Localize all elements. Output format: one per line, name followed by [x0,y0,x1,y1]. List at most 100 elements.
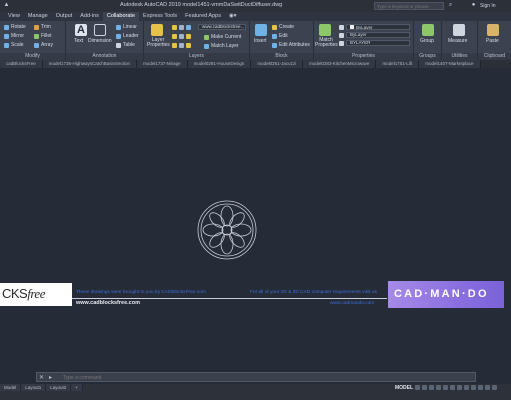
modify-panel-title[interactable]: Modify [0,53,65,60]
fullscreen-icon[interactable] [478,385,483,390]
tab-manage[interactable]: Manage [24,12,52,21]
ortho-icon[interactable] [429,385,434,390]
layer-state-icons[interactable] [172,25,191,30]
tab-layout1[interactable]: Layout1 [21,384,47,391]
modify-panel: Rotate Trim Mirror Fillet Scale Array Mo… [0,21,66,60]
dimension-button[interactable]: Dimension [88,38,112,44]
file-tab[interactable]: model1751-Lift [376,60,420,68]
paste-button[interactable]: Paste [486,38,499,44]
tab-featured-apps[interactable]: Featured Apps [181,12,225,21]
duct-diffuser-drawing[interactable] [196,199,258,261]
mirror-button[interactable]: Mirror [4,33,24,39]
annotation-scale-icon[interactable] [450,385,455,390]
insert-icon[interactable] [255,24,267,36]
create-block-button[interactable]: Create [272,24,294,30]
tab-output[interactable]: Output [52,12,77,21]
file-tab[interactable]: model1407-Marketplace [419,60,481,68]
command-input[interactable] [63,374,463,381]
drawing-canvas[interactable]: CKSfree These drawings were brought to y… [0,68,511,372]
file-tab[interactable]: model0291-HouseDesign [187,60,252,68]
cadmando-logo-text: CAD·MAN·DO [394,288,489,300]
command-history-icon[interactable]: ▸ [49,374,52,381]
make-current-button[interactable]: Make Current [204,34,241,40]
fillet-button[interactable]: Fillet [34,33,52,39]
group-icon[interactable] [422,24,434,36]
paste-icon[interactable] [487,24,499,36]
app-menu-icon[interactable]: ▲ [3,2,10,9]
hardware-acceleration-icon[interactable] [471,385,476,390]
polar-icon[interactable] [436,385,441,390]
utilities-panel-title[interactable]: Utilities [442,53,477,60]
clipboard-panel-title[interactable]: Clipboard [478,53,511,60]
layer-iso-icon [179,34,184,39]
linear-button[interactable]: Linear [116,24,137,30]
user-icon[interactable]: ● [470,2,477,9]
annotation-panel: A Text Dimension Linear Leader Table Ann… [66,21,144,60]
isolate-icon[interactable] [464,385,469,390]
insert-button[interactable]: Insert [254,38,267,44]
ribbon-options-icon[interactable]: ◉▾ [225,12,241,21]
tab-collaborate[interactable]: Collaborate [102,12,140,21]
mirror-icon [4,33,9,39]
layer-properties-button[interactable]: Layer Properties [147,38,170,48]
measure-icon[interactable] [453,24,465,36]
file-tab[interactable]: model0251-Jacuzzi [251,60,304,68]
tab-add-ins[interactable]: Add-ins [76,12,103,21]
match-properties-icon[interactable] [319,24,331,36]
cadmando-logo: CAD·MAN·DO [388,281,504,308]
osnap-icon[interactable] [443,385,448,390]
file-tabs: cadBlocksFree model1735-HighwaysCatchBas… [0,60,511,68]
rotate-button[interactable]: Rotate [4,24,26,30]
layer-tool-icons[interactable] [172,34,191,39]
file-tab[interactable]: model0283-KitchenMicrowave [303,60,377,68]
snap-icon[interactable] [422,385,427,390]
text-icon[interactable]: A [75,24,87,36]
match-layer-button[interactable]: Match Layer [204,43,239,49]
layer-walk-icons[interactable] [172,43,191,48]
add-layout-button[interactable]: + [71,384,83,391]
file-tab[interactable]: cadBlocksFree [0,60,43,68]
customize-icon[interactable] [485,385,490,390]
search-box[interactable] [374,2,444,10]
table-button[interactable]: Table [116,42,135,48]
close-icon[interactable]: ✕ [39,374,44,381]
sign-in-link[interactable]: Sign In [480,3,496,9]
block-panel-title[interactable]: Block [250,53,313,60]
array-button[interactable]: Array [34,42,53,48]
lineweight-combo[interactable]: BYLAYER [346,40,410,46]
tab-express-tools[interactable]: Express Tools [139,12,181,21]
leader-button[interactable]: Leader [116,33,139,39]
trim-button[interactable]: Trim [34,24,51,30]
grid-icon[interactable] [415,385,420,390]
layer-delete-icon [186,43,191,48]
tab-view[interactable]: View [4,12,24,21]
ribbon-tabs: View Manage Output Add-ins Collaborate E… [0,12,511,21]
layer-properties-icon[interactable] [151,24,163,36]
search-input[interactable] [375,3,443,9]
menu-icon[interactable] [492,385,497,390]
properties-panel-title[interactable]: Properties [314,53,413,60]
linetype-combo[interactable]: ByLayer [346,32,410,38]
match-layer-icon [204,43,209,49]
workspace-icon[interactable] [457,385,462,390]
color-icon [339,25,344,30]
annotation-panel-title[interactable]: Annotation [66,53,143,60]
file-tab[interactable]: model1737-Mirage [137,60,188,68]
match-properties-button[interactable]: Match Properties [315,38,338,48]
edit-block-button[interactable]: Edit [272,33,288,39]
groups-panel-title[interactable]: Groups [414,53,441,60]
dimension-icon[interactable] [94,24,106,36]
layers-panel-title[interactable]: Layers [144,53,249,60]
model-space-toggle[interactable]: MODEL [395,385,413,391]
text-button[interactable]: Text [74,38,83,44]
search-icon[interactable]: ⌕ [447,2,454,9]
measure-button[interactable]: Measure [448,38,467,44]
file-tab[interactable]: model1735-HighwaysCatchBasinSection [42,60,138,68]
tab-model[interactable]: Model [0,384,22,391]
edit-attributes-button[interactable]: Edit Attributes [272,42,310,48]
tab-layout2[interactable]: Layout2 [46,384,72,391]
layer-combo[interactable]: www.cadblocksfree... [198,24,246,30]
color-combo[interactable]: ByLayer [346,24,410,30]
group-button[interactable]: Group [420,38,434,44]
scale-button[interactable]: Scale [4,42,24,48]
